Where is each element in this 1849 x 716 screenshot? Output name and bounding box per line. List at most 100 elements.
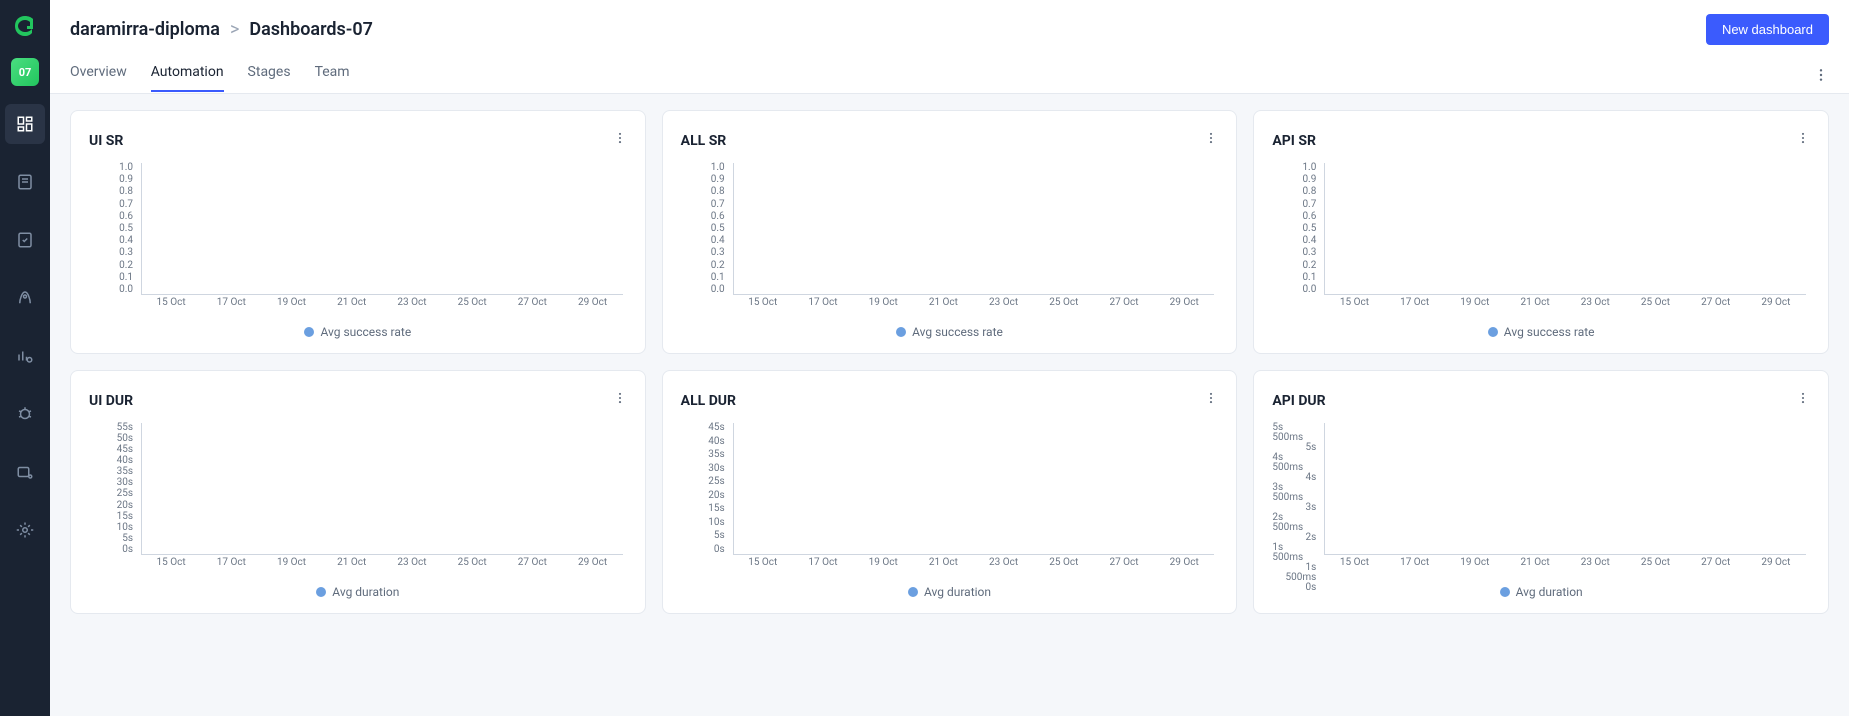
- x-tick: 29 Oct: [1761, 557, 1790, 568]
- x-tick: 23 Oct: [397, 557, 426, 568]
- y-tick: 0.8: [1302, 187, 1320, 197]
- chart-title: ALL SR: [681, 133, 727, 149]
- y-tick: 5s: [1306, 443, 1321, 453]
- nav-plans-icon[interactable]: [5, 162, 45, 202]
- legend-dot-icon: [316, 587, 326, 597]
- tab-automation[interactable]: Automation: [151, 64, 224, 92]
- project-badge[interactable]: 07: [11, 58, 39, 86]
- nav-launches-icon[interactable]: [5, 278, 45, 318]
- x-tick: 25 Oct: [458, 297, 487, 308]
- x-tick: 29 Oct: [1170, 557, 1199, 568]
- legend-dot-icon: [896, 327, 906, 337]
- y-tick: 4s: [1306, 473, 1321, 483]
- y-tick: 0.6: [711, 212, 729, 222]
- x-tick: 17 Oct: [808, 557, 837, 568]
- y-tick: 15s: [708, 504, 728, 514]
- chart-menu-icon[interactable]: [613, 387, 627, 415]
- nav-defects-icon[interactable]: [5, 394, 45, 434]
- tabs-more-icon[interactable]: [1813, 63, 1829, 93]
- y-tick: 0s: [122, 545, 137, 555]
- y-tick: 0.2: [711, 261, 729, 271]
- y-tick: 5s 500ms: [1272, 423, 1320, 443]
- nav-dashboards-icon[interactable]: [5, 104, 45, 144]
- x-tick: 17 Oct: [1400, 557, 1429, 568]
- y-tick: 1.0: [711, 163, 729, 173]
- y-tick: 0.4: [1302, 236, 1320, 246]
- chart-card-api-sr: API SR1.00.90.80.70.60.50.40.30.20.10.01…: [1253, 110, 1829, 354]
- chart-menu-icon[interactable]: [1796, 387, 1810, 415]
- chart-title: API DUR: [1272, 393, 1325, 409]
- breadcrumb-parent[interactable]: daramirra-diploma: [70, 19, 220, 40]
- x-tick: 19 Oct: [869, 297, 898, 308]
- breadcrumb: daramirra-diploma > Dashboards-07: [70, 19, 373, 40]
- x-tick: 19 Oct: [277, 557, 306, 568]
- y-tick: 0.6: [1302, 212, 1320, 222]
- x-tick: 25 Oct: [1641, 557, 1670, 568]
- y-tick: 15s: [117, 512, 137, 522]
- y-tick: 0.3: [119, 248, 137, 258]
- x-tick: 17 Oct: [1400, 297, 1429, 308]
- app-logo[interactable]: [11, 12, 39, 40]
- x-tick: 27 Oct: [1109, 557, 1138, 568]
- x-tick: 23 Oct: [1581, 557, 1610, 568]
- y-tick: 0.0: [711, 285, 729, 295]
- y-tick: 40s: [117, 456, 137, 466]
- y-tick: 20s: [117, 501, 137, 511]
- y-tick: 2s: [1306, 533, 1321, 543]
- x-tick: 21 Oct: [337, 297, 366, 308]
- nav-jobs-icon[interactable]: [5, 452, 45, 492]
- y-tick: 55s: [117, 423, 137, 433]
- x-tick: 21 Oct: [1520, 557, 1549, 568]
- chart-card-api-dur: API DUR5s 500ms5s4s 500ms4s3s 500ms3s2s …: [1253, 370, 1829, 614]
- tab-team[interactable]: Team: [315, 64, 350, 92]
- chart-menu-icon[interactable]: [1204, 387, 1218, 415]
- legend-dot-icon: [1500, 587, 1510, 597]
- y-tick: 20s: [708, 491, 728, 501]
- x-tick: 29 Oct: [578, 297, 607, 308]
- new-dashboard-button[interactable]: New dashboard: [1706, 14, 1829, 45]
- y-tick: 0.5: [711, 224, 729, 234]
- chart-plot: 1.00.90.80.70.60.50.40.30.20.10.015 Oct1…: [733, 163, 1215, 313]
- nav-cases-icon[interactable]: [5, 220, 45, 260]
- x-tick: 25 Oct: [1049, 557, 1078, 568]
- chart-card-all-dur: ALL DUR 45s40s35s30s25s20s15s10s5s0s15 Oc…: [662, 370, 1238, 614]
- y-tick: 35s: [117, 467, 137, 477]
- x-tick: 21 Oct: [929, 297, 958, 308]
- y-tick: 0.9: [1302, 175, 1320, 185]
- tab-stages[interactable]: Stages: [248, 64, 291, 92]
- y-tick: 25s: [117, 489, 137, 499]
- y-tick: 5s: [122, 534, 137, 544]
- x-tick: 27 Oct: [1701, 557, 1730, 568]
- tab-overview[interactable]: Overview: [70, 64, 127, 92]
- topbar: daramirra-diploma > Dashboards-07 New da…: [50, 0, 1849, 94]
- chart-menu-icon[interactable]: [613, 127, 627, 155]
- y-tick: 1s 500ms: [1272, 543, 1320, 563]
- nav-settings-icon[interactable]: [5, 510, 45, 550]
- x-tick: 15 Oct: [1340, 557, 1369, 568]
- legend-dot-icon: [304, 327, 314, 337]
- chart-menu-icon[interactable]: [1796, 127, 1810, 155]
- breadcrumb-sep: >: [230, 19, 239, 40]
- y-tick: 25s: [708, 477, 728, 487]
- x-tick: 27 Oct: [1701, 297, 1730, 308]
- chart-card-all-sr: ALL SR 1.00.90.80.70.60.50.40.30.20.10.01…: [662, 110, 1238, 354]
- nav-analytics-icon[interactable]: [5, 336, 45, 376]
- x-tick: 19 Oct: [1460, 297, 1489, 308]
- x-tick: 23 Oct: [989, 557, 1018, 568]
- x-tick: 19 Oct: [1460, 557, 1489, 568]
- chart-title: ALL DUR: [681, 393, 736, 409]
- chart-plot: 45s40s35s30s25s20s15s10s5s0s15 Oct17 Oct…: [733, 423, 1215, 573]
- y-tick: 50s: [117, 434, 137, 444]
- x-tick: 23 Oct: [1581, 297, 1610, 308]
- chart-menu-icon[interactable]: [1204, 127, 1218, 155]
- x-tick: 27 Oct: [1109, 297, 1138, 308]
- y-tick: 0.8: [711, 187, 729, 197]
- x-tick: 29 Oct: [578, 557, 607, 568]
- y-tick: 1.0: [1302, 163, 1320, 173]
- legend-label: Avg success rate: [1504, 325, 1595, 339]
- y-tick: 0.6: [119, 212, 137, 222]
- chart-legend: Avg duration: [89, 585, 627, 599]
- x-tick: 27 Oct: [518, 297, 547, 308]
- chart-plot: 1.00.90.80.70.60.50.40.30.20.10.015 Oct1…: [141, 163, 623, 313]
- y-tick: 30s: [117, 478, 137, 488]
